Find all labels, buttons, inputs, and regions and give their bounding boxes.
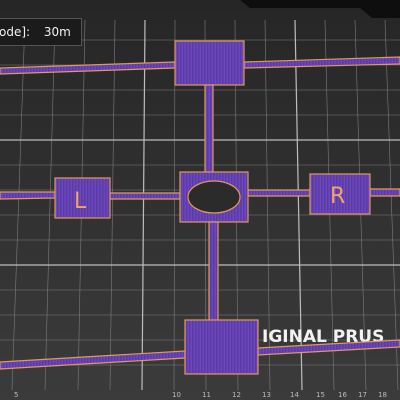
- svg-text:18: 18: [378, 391, 387, 399]
- info-box-label: ode]:: [0, 25, 31, 39]
- svg-text:17: 17: [358, 391, 367, 399]
- right-pad-letter: R: [330, 184, 345, 209]
- svg-text:12: 12: [232, 391, 241, 399]
- svg-text:16: 16: [338, 391, 347, 399]
- svg-text:10: 10: [172, 391, 181, 399]
- svg-text:15: 15: [316, 391, 325, 399]
- left-pad-letter: L: [74, 189, 87, 214]
- model-mid-arm-left: [109, 192, 181, 200]
- model-top-pad: [174, 40, 245, 86]
- print-preview-viewport[interactable]: IGINAL PRUS 5 10 11 12 13 14 15 16 17 18: [0, 0, 400, 400]
- model-mid-arm-right: [247, 189, 311, 197]
- model-lower-stem: [208, 221, 219, 323]
- model-upper-stem: [204, 84, 214, 174]
- svg-text:11: 11: [202, 391, 211, 399]
- print-bed-scene[interactable]: IGINAL PRUS 5 10 11 12 13 14 15 16 17 18: [0, 0, 400, 400]
- svg-text:14: 14: [290, 391, 299, 399]
- model-mid-arm-far-left: [0, 191, 56, 200]
- model-center-hole: [187, 180, 241, 214]
- model-mid-arm-far-right: [369, 188, 400, 197]
- layer-info-box: ode]: 30m: [0, 18, 82, 46]
- svg-text:5: 5: [14, 391, 18, 399]
- info-box-value: 30m: [43, 25, 71, 39]
- svg-text:13: 13: [262, 391, 271, 399]
- model-bottom-pad: [184, 319, 259, 375]
